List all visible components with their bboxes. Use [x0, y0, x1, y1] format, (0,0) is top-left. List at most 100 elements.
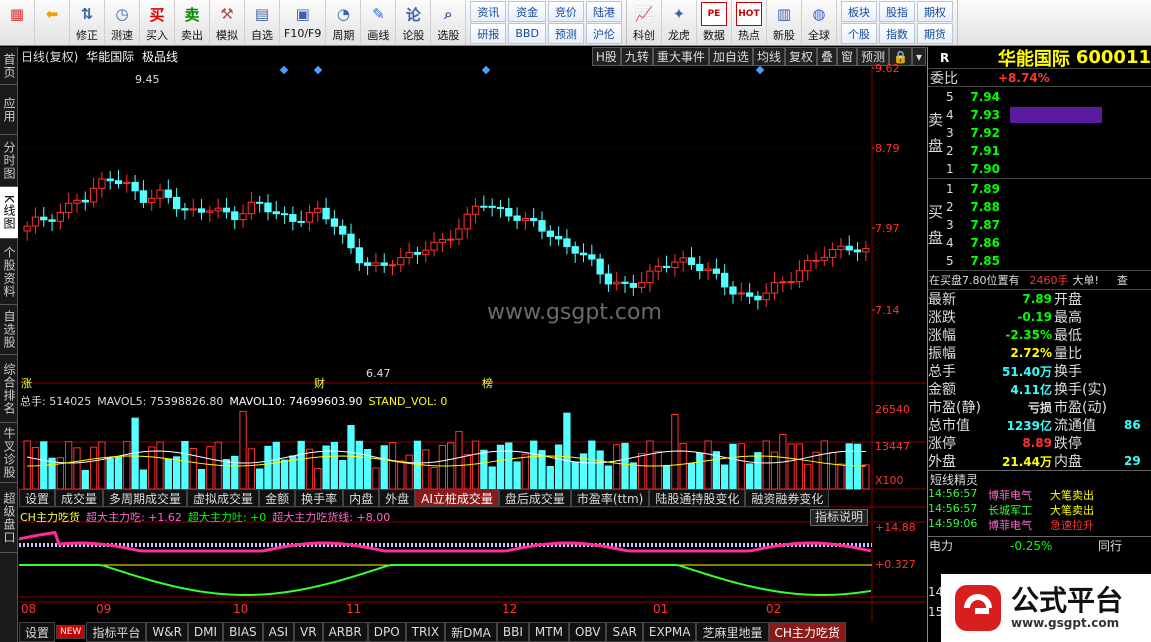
order-book-row[interactable]: 2 7.91	[946, 142, 1146, 160]
order-book-row[interactable]: 2 7.88	[946, 198, 1146, 216]
volume-tab[interactable]: 虚拟成交量	[187, 489, 260, 507]
event-diamond-icon[interactable]	[755, 65, 765, 75]
volume-bar	[430, 466, 438, 490]
grid-button[interactable]: 沪伦	[585, 23, 622, 44]
stock-pick-button[interactable]: ⌕ 选股	[431, 0, 467, 45]
left-tab-3[interactable]: K线图	[0, 187, 18, 239]
chart-canvas[interactable]: 9.62 8.79 7.97 7.14 9.45 6.47 涨 财 榜 www.gsgpt.com…	[19, 47, 926, 642]
event-diamond-icon[interactable]	[481, 65, 491, 75]
ticks-title[interactable]: 短线精灵	[928, 470, 1151, 487]
tick-row[interactable]: 14:59:06 博菲电气 急速拉升	[928, 517, 1151, 532]
market-grid-button[interactable]: 个股	[840, 23, 877, 44]
volume-tab[interactable]: 成交量	[55, 489, 104, 507]
volume-tab[interactable]: 陆股通持股变化	[649, 489, 746, 507]
left-tab-7[interactable]: 牛叉诊股	[0, 423, 18, 483]
indicator-tab[interactable]: 指标平台	[86, 622, 147, 642]
indicator-tab[interactable]: TRIX	[405, 622, 446, 642]
grid-button[interactable]: 竞价	[547, 1, 584, 22]
grid-button[interactable]: 陆港	[585, 1, 622, 22]
market-grid-button[interactable]: 期货	[916, 23, 953, 44]
left-tab-8[interactable]: 超级盘口	[0, 483, 18, 553]
indicator-tab[interactable]: BBI	[496, 622, 529, 642]
indicator-tab[interactable]: 设置	[19, 622, 56, 642]
volume-tab[interactable]: 多周期成交量	[103, 489, 188, 507]
indicator-tab[interactable]: MTM	[528, 622, 569, 642]
grid-app-button[interactable]: ▦	[0, 0, 35, 45]
tick-row[interactable]: 14:56:57 长城军工 大笔卖出	[928, 502, 1151, 517]
back-arrow-button[interactable]: ⬅	[35, 0, 70, 45]
pen-button[interactable]: ✎ 画线	[361, 0, 397, 45]
volume-tab[interactable]: AI立桩成交量	[415, 489, 499, 507]
tick-row[interactable]: 14:56:57 博菲电气 大笔卖出	[928, 487, 1151, 502]
grid-button[interactable]: 资讯	[470, 1, 507, 22]
order-book-row[interactable]: 3 7.87	[946, 216, 1146, 234]
indicator-tab[interactable]: CH主力吃货	[768, 622, 846, 642]
grid-button[interactable]: 研报	[470, 23, 507, 44]
dragon-tiger-button[interactable]: ✦ 龙虎	[662, 0, 697, 45]
grid-button[interactable]: 资金	[508, 1, 546, 22]
sector-row[interactable]: 电力 -0.25% 同行	[928, 536, 1151, 554]
volume-tab[interactable]: 内盘	[343, 489, 380, 507]
big-order-notice[interactable]: 在买盘7.80位置有 2460手 大单! 查	[928, 271, 1151, 289]
indicator-tab[interactable]: DMI	[187, 622, 224, 642]
grid-button[interactable]: 预测	[547, 23, 584, 44]
order-book-row[interactable]: 3 7.92	[946, 124, 1146, 142]
event-diamond-icon[interactable]	[279, 65, 289, 75]
speed-clock-button[interactable]: ◷ 测速	[105, 0, 140, 45]
volume-tab[interactable]: 金额	[259, 489, 296, 507]
volume-tab[interactable]: 融资融券变化	[745, 489, 830, 507]
new-stock-button[interactable]: ▥ 新股	[767, 0, 802, 45]
market-grid-button[interactable]: 股指	[878, 1, 915, 22]
market-grid-button[interactable]: 板块	[840, 1, 877, 22]
indicator-tab[interactable]: ARBR	[322, 622, 368, 642]
globe-button[interactable]: ◍ 全球	[802, 0, 837, 45]
order-book-row[interactable]: 4 7.93	[946, 106, 1146, 124]
event-marker[interactable]: 涨	[21, 377, 32, 390]
left-tab-6[interactable]: 综合排名	[0, 355, 18, 423]
volume-tab[interactable]: 市盈率(ttm)	[570, 489, 650, 507]
indicator-tab[interactable]: SAR	[606, 622, 643, 642]
indicator-tab[interactable]: DPO	[367, 622, 406, 642]
volume-tab[interactable]: 设置	[19, 489, 56, 507]
indicator-tab[interactable]: 新DMA	[445, 622, 497, 642]
market-grid-button[interactable]: 期权	[916, 1, 953, 22]
pe-data-button[interactable]: PE 数据	[697, 0, 732, 45]
order-book-row[interactable]: 4 7.86	[946, 234, 1146, 252]
discuss-button[interactable]: 论论股	[396, 0, 432, 45]
buy-button[interactable]: 买买入	[140, 0, 175, 45]
volume-tab[interactable]: 换手率	[295, 489, 344, 507]
left-tab-1[interactable]: 应用	[0, 85, 18, 135]
indicator-tab[interactable]: OBV	[568, 622, 607, 642]
left-tab-0[interactable]: 首页	[0, 47, 18, 85]
volume-tab[interactable]: 盘后成交量	[498, 489, 571, 507]
indicator-tab[interactable]: VR	[294, 622, 323, 642]
up-down-arrows-button[interactable]: ⇅ 修正	[70, 0, 105, 45]
order-book-row[interactable]: 5 7.85	[946, 252, 1146, 270]
event-marker[interactable]: 榜	[482, 376, 493, 390]
market-grid-button[interactable]: 指数	[878, 23, 915, 44]
event-diamond-icon[interactable]	[313, 65, 323, 75]
indicator-description-button[interactable]: 指标说明	[809, 509, 868, 526]
order-book-row[interactable]: 5 7.94	[946, 88, 1146, 106]
sell-button[interactable]: 卖卖出	[175, 0, 210, 45]
hot-button[interactable]: HOT 热点	[732, 0, 767, 45]
indicator-tab[interactable]: EXPMA	[642, 622, 697, 642]
indicator-tab[interactable]: BIAS	[223, 622, 263, 642]
hammer-button[interactable]: ⚒ 模拟	[210, 0, 245, 45]
grid-button[interactable]: BBD	[508, 23, 546, 44]
cycle-clock-button[interactable]: ◔ 周期	[326, 0, 362, 45]
sci-board-button[interactable]: 📈 科创	[627, 0, 662, 45]
left-tab-5[interactable]: 自选股	[0, 305, 18, 355]
indicator-tab[interactable]: W&R	[146, 622, 188, 642]
volume-tab[interactable]: 外盘	[379, 489, 416, 507]
indicator-tab[interactable]: ASI	[262, 622, 295, 642]
event-marker[interactable]: 财	[314, 376, 325, 390]
order-book-row[interactable]: 1 7.89	[946, 180, 1146, 198]
f10-button[interactable]: ▣ F10/F9	[280, 0, 327, 45]
candle-body	[388, 264, 397, 267]
left-tab-4[interactable]: 个股资料	[0, 239, 18, 305]
indicator-tab[interactable]: 芝麻里地量	[696, 622, 769, 642]
order-book-row[interactable]: 1 7.90	[946, 160, 1146, 178]
my-stocks-button[interactable]: ▤ 自选	[245, 0, 280, 45]
left-tab-2[interactable]: 分时图	[0, 135, 18, 187]
